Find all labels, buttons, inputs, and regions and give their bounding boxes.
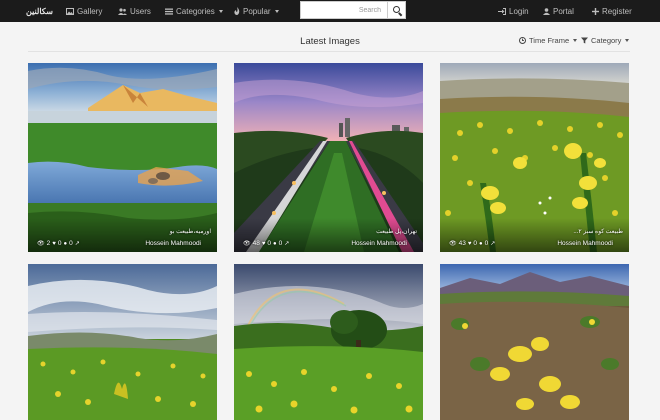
sign-in-icon	[498, 7, 506, 15]
search-input[interactable]	[300, 1, 387, 19]
comment-count: 0	[278, 240, 283, 247]
comment-icon: ●	[273, 240, 277, 247]
nav-popular[interactable]: Popular	[234, 0, 279, 22]
nav-portal[interactable]: Portal	[543, 0, 574, 22]
users-icon	[118, 7, 127, 15]
filter-icon	[581, 37, 588, 44]
nav-register-label: Register	[602, 6, 632, 16]
brand-text: سكالنين	[26, 6, 53, 16]
eye-icon: 👁	[243, 241, 251, 247]
image-thumbnail	[28, 264, 217, 420]
nav-portal-label: Portal	[553, 6, 574, 16]
category-label: Category	[591, 36, 622, 45]
fire-icon	[234, 7, 240, 15]
image-thumbnail	[440, 264, 629, 420]
image-card[interactable]	[28, 264, 217, 420]
nav-popular-label: Popular	[243, 6, 271, 16]
header-divider	[28, 51, 630, 52]
comment-count: 0	[69, 240, 73, 247]
image-card[interactable]: تهران،پل طبیعت 👁 48 ♥ 0 ● 0 ↗ Hossein Mahmo…	[234, 63, 423, 252]
nav-categories-label: Categories	[176, 6, 215, 16]
chevron-down-icon	[274, 9, 279, 13]
nav-users-label: Users	[130, 6, 151, 16]
image-stats: 👁 48 ♥ 0 ● 0 ↗	[243, 240, 289, 247]
nav-gallery-label: Gallery	[77, 6, 103, 16]
nav-gallery[interactable]: Gallery	[66, 0, 102, 22]
nav-register[interactable]: Register	[592, 0, 632, 22]
chevron-down-icon	[573, 39, 578, 42]
comment-icon: ●	[63, 240, 68, 247]
search-button[interactable]	[387, 1, 406, 19]
plus-icon	[592, 7, 599, 15]
image-author[interactable]: Hossein Mahmoodi	[557, 240, 613, 247]
nav-login-label: Login	[509, 6, 529, 16]
picture-icon	[66, 7, 74, 15]
image-title[interactable]: اورمیه،طبیعت بو	[170, 228, 211, 235]
chevron-down-icon	[218, 9, 223, 13]
like-count: 0	[473, 240, 478, 247]
image-card[interactable]	[234, 264, 423, 420]
search-form	[300, 1, 406, 19]
top-navbar: سكالنين Gallery Users Categories Popular…	[0, 0, 660, 22]
view-count: 43	[458, 240, 466, 247]
chevron-down-icon	[625, 39, 630, 42]
view-count: 2	[46, 240, 51, 247]
time-frame-label: Time Frame	[529, 36, 570, 45]
image-thumbnail	[234, 264, 423, 420]
image-author[interactable]: Hossein Mahmoodi	[145, 240, 201, 247]
clock-icon	[519, 37, 526, 44]
heart-icon: ♥	[52, 240, 56, 247]
like-count: 0	[57, 240, 62, 247]
image-stats: 👁 2 ♥ 0 ● 0 ↗	[37, 240, 80, 247]
eye-icon: 👁	[37, 241, 45, 247]
category-dropdown[interactable]: Category	[581, 36, 630, 45]
image-card[interactable]: طبیعت کوه سبز ۲... 👁 43 ♥ 0 ● 0 ↗ Hossein M…	[440, 63, 629, 252]
user-icon	[543, 7, 550, 15]
list-icon	[165, 8, 173, 15]
image-title[interactable]: طبیعت کوه سبز ۲...	[573, 228, 623, 235]
image-stats: 👁 43 ♥ 0 ● 0 ↗	[449, 240, 495, 247]
view-count: 48	[252, 240, 260, 247]
image-author[interactable]: Hossein Mahmoodi	[351, 240, 407, 247]
time-frame-dropdown[interactable]: Time Frame	[519, 36, 578, 45]
eye-icon: 👁	[449, 241, 457, 247]
external-link-icon[interactable]: ↗	[284, 240, 289, 247]
heart-icon: ♥	[467, 240, 472, 247]
image-title[interactable]: تهران،پل طبیعت	[376, 228, 417, 235]
image-card[interactable]: اورمیه،طبیعت بو 👁 2 ♥ 0 ● 0 ↗ Hossein Mahmo…	[28, 63, 217, 252]
external-link-icon[interactable]: ↗	[490, 240, 495, 247]
external-link-icon[interactable]: ↗	[75, 240, 80, 247]
like-count: 0	[267, 240, 272, 247]
comment-count: 0	[484, 240, 489, 247]
comment-icon: ●	[479, 240, 483, 247]
image-card[interactable]	[440, 264, 629, 420]
heart-icon: ♥	[261, 240, 266, 247]
nav-categories[interactable]: Categories	[165, 0, 223, 22]
nav-users[interactable]: Users	[118, 0, 151, 22]
nav-login[interactable]: Login	[498, 0, 529, 22]
brand-logo[interactable]: سكالنين	[26, 0, 53, 22]
